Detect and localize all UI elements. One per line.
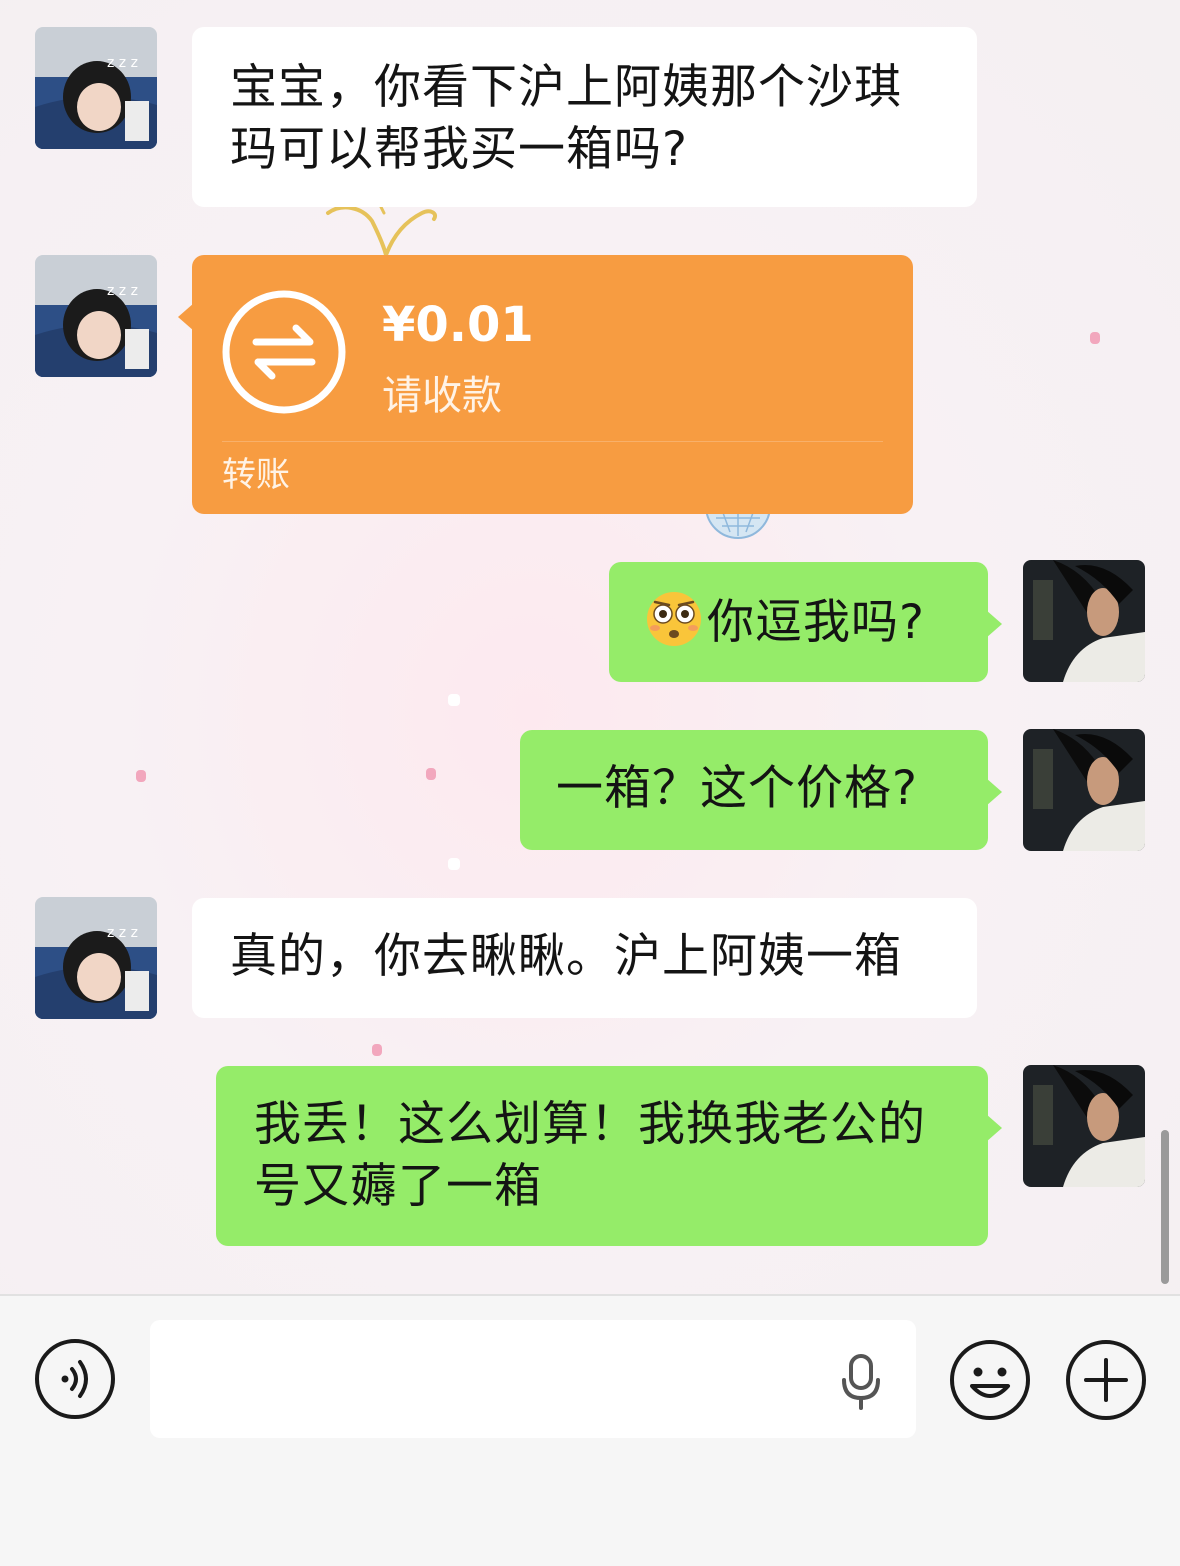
message-text: 你逗我吗? [707, 595, 925, 650]
message-bubble[interactable]: 真的，你去瞅瞅。沪上阿姨一箱 [192, 898, 977, 1018]
transfer-card[interactable]: ¥0.01 请收款 转账 [178, 255, 913, 514]
svg-text:z z z: z z z [107, 925, 138, 941]
message-bubble[interactable]: 一箱？这个价格? [520, 730, 1002, 850]
message-text: 我丢！这么划算！我换我老公的号又薅了一箱 [254, 1097, 926, 1214]
message-input[interactable] [150, 1320, 916, 1438]
decor-dot [448, 858, 460, 870]
scrollbar[interactable] [1161, 1130, 1169, 1284]
contact-avatar[interactable]: z z z [35, 27, 157, 149]
decor-dot [136, 770, 146, 782]
voice-mode-icon[interactable] [34, 1338, 116, 1420]
flushed-face-emoji [647, 592, 701, 646]
contact-avatar[interactable]: z z z [35, 255, 157, 377]
message-text: 真的，你去瞅瞅。沪上阿姨一箱 [230, 929, 902, 984]
my-avatar[interactable] [1023, 729, 1145, 851]
transfer-arrows-icon [222, 290, 346, 414]
emoji-icon[interactable] [948, 1338, 1032, 1422]
my-avatar[interactable] [1023, 1065, 1145, 1187]
message-text: 宝宝，你看下沪上阿姨那个沙琪玛可以帮我买一箱吗? [230, 60, 902, 177]
message-text: 一箱？这个价格? [556, 761, 918, 816]
contact-avatar[interactable]: z z z [35, 897, 157, 1019]
transfer-amount: ¥0.01 [382, 297, 534, 353]
message-bubble[interactable]: 我丢！这么划算！我换我老公的号又薅了一箱 [216, 1066, 1002, 1246]
message-bubble[interactable]: 你逗我吗? [609, 562, 1002, 682]
microphone-icon[interactable] [838, 1352, 884, 1412]
message-bubble[interactable]: 宝宝，你看下沪上阿姨那个沙琪玛可以帮我买一箱吗? [192, 27, 977, 207]
my-avatar[interactable] [1023, 560, 1145, 682]
transfer-divider [222, 441, 883, 442]
decor-dot [1090, 332, 1100, 344]
plus-icon[interactable] [1064, 1338, 1148, 1422]
decor-dot [372, 1044, 382, 1056]
star-doodle-icon [326, 203, 437, 255]
decor-dot [448, 694, 460, 706]
input-bar [0, 1294, 1180, 1566]
svg-text:z z z: z z z [107, 55, 138, 71]
chat-area[interactable]: z z z 宝宝，你看下沪上阿姨那个沙琪玛可以帮我买一箱吗? z z z ¥0.… [0, 0, 1180, 1294]
transfer-subtitle: 请收款 [382, 373, 502, 419]
svg-text:z z z: z z z [107, 283, 138, 299]
transfer-label: 转账 [222, 455, 290, 495]
decor-dot [426, 768, 436, 780]
